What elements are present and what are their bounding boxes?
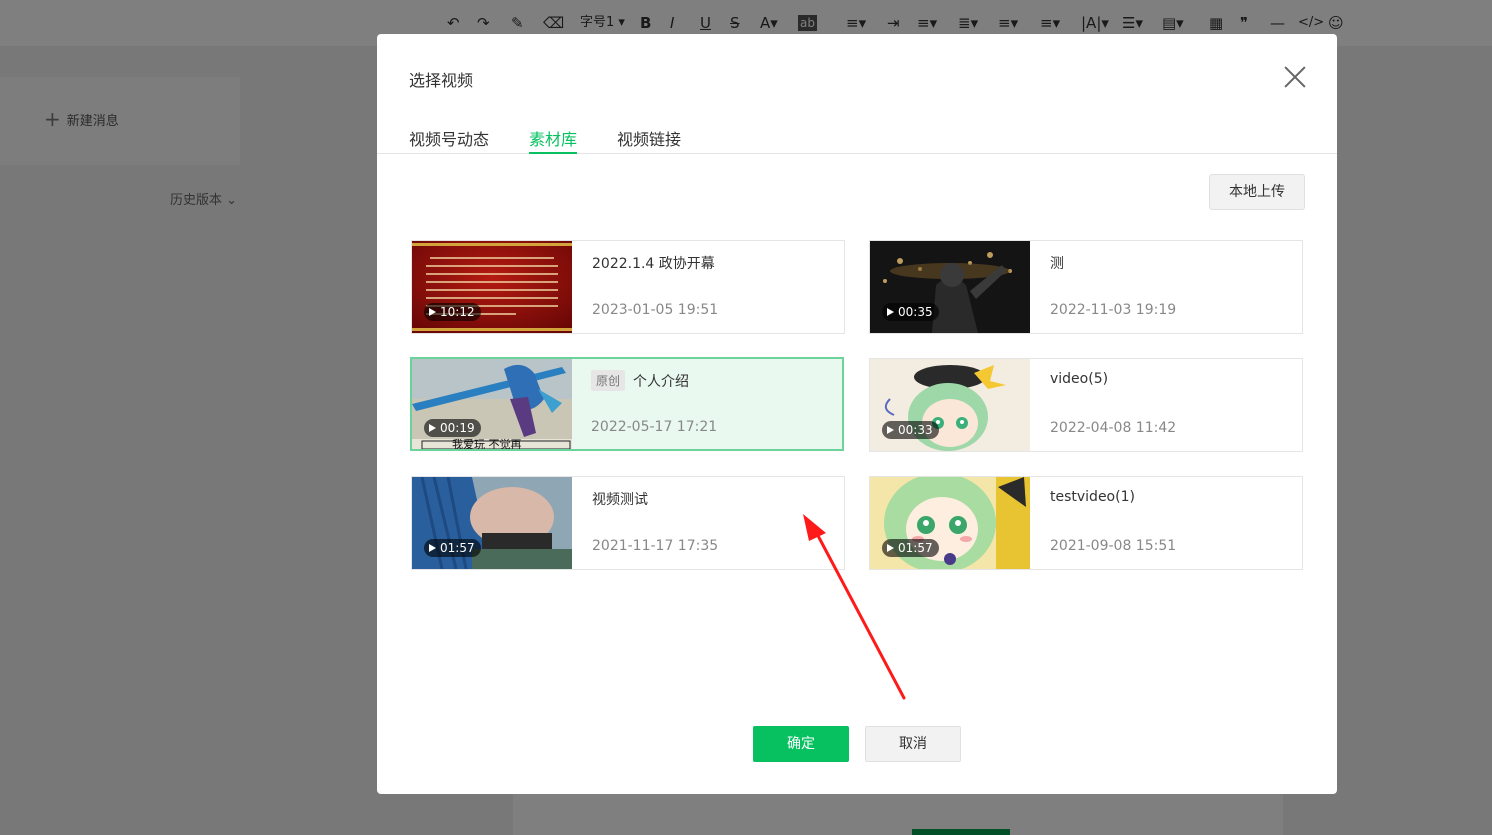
video-card[interactable]: 00:35 测 2022-11-03 19:19 (869, 240, 1303, 334)
play-icon (887, 544, 894, 552)
video-date: 2023-01-05 19:51 (592, 302, 719, 318)
video-date: 2022-05-17 17:21 (591, 419, 718, 435)
duration-text: 10:12 (440, 305, 475, 319)
duration-badge: 00:19 (424, 419, 481, 437)
play-icon (429, 308, 436, 316)
video-title-text: video(5) (1050, 371, 1109, 387)
duration-text: 00:19 (440, 421, 475, 435)
video-date: 2021-09-08 15:51 (1050, 538, 1177, 554)
video-title-text: 2022.1.4 政协开幕 (592, 256, 715, 272)
duration-text: 01:57 (440, 541, 475, 555)
cancel-button[interactable]: 取消 (865, 726, 961, 762)
local-upload-button[interactable]: 本地上传 (1209, 174, 1305, 210)
duration-text: 00:33 (898, 423, 933, 437)
video-thumbnail: 01:57 (412, 477, 572, 569)
play-icon (887, 426, 894, 434)
video-card[interactable]: 10:12 2022.1.4 政协开幕 2023-01-05 19:51 (411, 240, 845, 334)
original-badge: 原创 (591, 370, 626, 391)
video-title: 2022.1.4 政协开幕 (592, 253, 715, 273)
video-thumbnail: 00:19 我爱玩 不觉再 (412, 359, 572, 449)
video-title-text: 测 (1050, 256, 1064, 272)
tab-channel-posts[interactable]: 视频号动态 (409, 126, 489, 154)
tab-bar: 视频号动态 素材库 视频链接 (377, 124, 1337, 154)
video-thumbnail: 00:33 (870, 359, 1030, 451)
video-card[interactable]: 00:33 video(5) 2022-04-08 11:42 (869, 358, 1303, 452)
select-video-dialog: 选择视频 视频号动态 素材库 视频链接 本地上传 10:12 2022.1.4 … (377, 34, 1337, 794)
video-title: 原创 个人介绍 (591, 370, 689, 391)
thumbnail-caption: 我爱玩 不觉再 (452, 438, 522, 450)
confirm-button[interactable]: 确定 (753, 726, 849, 762)
duration-badge: 01:57 (424, 539, 481, 557)
video-card-selected[interactable]: 00:19 我爱玩 不觉再 原创 个人介绍 2022-05-17 17:21 (410, 357, 844, 451)
video-thumbnail: 10:12 (412, 241, 572, 333)
duration-badge: 00:35 (882, 303, 939, 321)
play-icon (429, 424, 436, 432)
video-card[interactable]: 01:57 视频测试 2021-11-17 17:35 (411, 476, 845, 570)
video-title: 视频测试 (592, 489, 648, 509)
duration-badge: 00:33 (882, 421, 939, 439)
video-title: testvideo(1) (1050, 489, 1135, 505)
play-icon (429, 544, 436, 552)
tab-material-library[interactable]: 素材库 (529, 126, 578, 154)
duration-badge: 10:12 (424, 303, 481, 321)
video-title: 测 (1050, 253, 1064, 273)
video-date: 2021-11-17 17:35 (592, 538, 719, 554)
video-title: video(5) (1050, 371, 1108, 387)
duration-text: 00:35 (898, 305, 933, 319)
video-title-text: 个人介绍 (633, 373, 690, 390)
play-icon (887, 308, 894, 316)
video-thumbnail: 00:35 (870, 241, 1030, 333)
duration-badge: 01:57 (882, 539, 939, 557)
duration-text: 01:57 (898, 541, 933, 555)
video-date: 2022-04-08 11:42 (1050, 420, 1177, 436)
video-thumbnail: 01:57 (870, 477, 1030, 569)
dialog-title: 选择视频 (409, 71, 474, 90)
video-date: 2022-11-03 19:19 (1050, 302, 1177, 318)
video-title-text: 视频测试 (592, 492, 648, 508)
video-title-text: testvideo(1) (1050, 489, 1135, 505)
video-card[interactable]: 01:57 testvideo(1) 2021-09-08 15:51 (869, 476, 1303, 570)
close-icon[interactable] (1283, 65, 1307, 89)
tab-video-link[interactable]: 视频链接 (617, 126, 681, 154)
